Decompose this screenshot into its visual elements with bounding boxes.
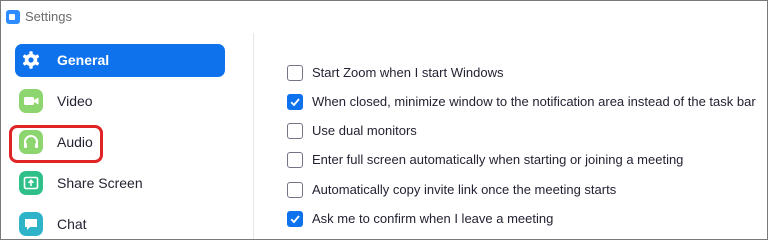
general-settings-panel: Start Zoom when I start Windows When clo… <box>254 33 767 239</box>
option-label: Start Zoom when I start Windows <box>312 65 504 80</box>
option-label: Enter full screen automatically when sta… <box>312 152 684 167</box>
sidebar-item-chat[interactable]: Chat <box>15 208 225 239</box>
option-label: When closed, minimize window to the noti… <box>312 94 756 109</box>
settings-sidebar: General Video Audio Share Screen Chat <box>1 33 254 239</box>
share-screen-icon <box>19 171 43 195</box>
option-confirm-leave[interactable]: Ask me to confirm when I leave a meeting <box>287 207 765 231</box>
option-label: Use dual monitors <box>312 123 417 138</box>
option-label: Automatically copy invite link once the … <box>312 182 617 197</box>
video-camera-icon <box>19 89 43 113</box>
window-title: Settings <box>25 9 72 24</box>
checkbox[interactable] <box>287 123 303 139</box>
checkbox[interactable] <box>287 94 303 110</box>
title-bar: Settings <box>1 1 767 33</box>
zoom-logo-icon <box>6 10 20 24</box>
checkbox[interactable] <box>287 152 303 168</box>
option-full-screen[interactable]: Enter full screen automatically when sta… <box>287 148 765 172</box>
option-dual-monitors[interactable]: Use dual monitors <box>287 119 765 143</box>
option-label: Ask me to confirm when I leave a meeting <box>312 211 554 226</box>
sidebar-item-label: Share Screen <box>57 175 143 191</box>
option-minimize-to-tray[interactable]: When closed, minimize window to the noti… <box>287 90 765 114</box>
sidebar-item-video[interactable]: Video <box>15 85 225 118</box>
checkbox[interactable] <box>287 182 303 198</box>
settings-window: Settings General Video Audio Share Scree… <box>0 0 768 240</box>
sidebar-item-label: General <box>57 52 110 68</box>
checkmark-icon <box>290 98 300 107</box>
sidebar-item-label: Video <box>57 93 93 109</box>
sidebar-item-share-screen[interactable]: Share Screen <box>15 167 225 200</box>
checkbox[interactable] <box>287 65 303 81</box>
gear-icon <box>19 48 43 72</box>
option-copy-invite-link[interactable]: Automatically copy invite link once the … <box>287 178 765 202</box>
sidebar-item-label: Chat <box>57 216 87 232</box>
checkmark-icon <box>290 215 300 224</box>
chat-bubble-icon <box>19 212 43 236</box>
sidebar-item-general[interactable]: General <box>15 44 225 77</box>
checkbox[interactable] <box>287 211 303 227</box>
audio-highlight-annotation <box>9 125 103 163</box>
option-start-with-windows[interactable]: Start Zoom when I start Windows <box>287 61 765 85</box>
